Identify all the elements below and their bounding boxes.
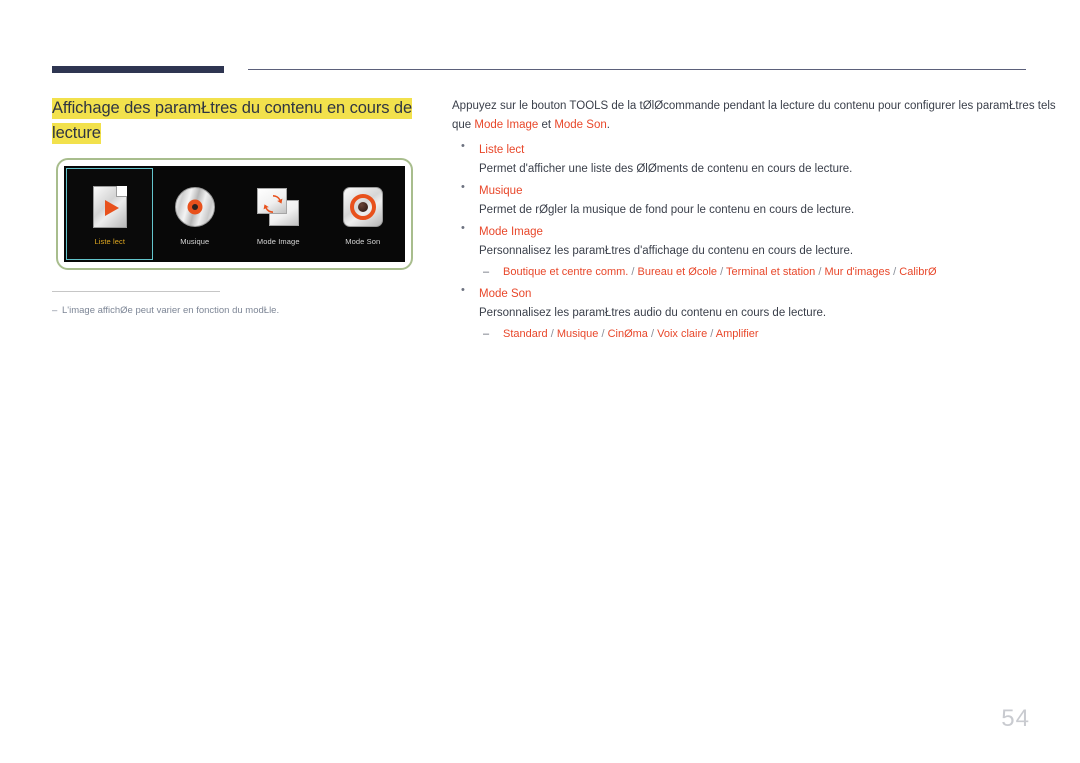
header-rule-thick — [52, 66, 224, 73]
menu-item-mode-image[interactable]: Mode Image — [236, 166, 321, 262]
option-value: Boutique et centre comm. — [503, 266, 629, 278]
menu-item-label: Liste lect — [94, 236, 126, 246]
device-menu-bar: Liste lect Musique Mode Image Mode Son — [64, 166, 405, 262]
intro-text-part-3: . — [606, 119, 610, 131]
playlist-document-icon — [92, 183, 127, 231]
bullet-description: Personnalisez les paramŁtres audio du co… — [479, 307, 827, 319]
option-separator: / — [707, 328, 716, 340]
device-screenshot-frame: Liste lect Musique Mode Image Mode Son — [56, 158, 413, 270]
footnote-text: L'image affichØe peut varier en fonction… — [62, 305, 280, 316]
picture-mode-cards-icon — [255, 183, 301, 231]
option-value: Musique — [556, 328, 599, 340]
option-separator: / — [598, 328, 608, 340]
menu-item-label: Musique — [180, 236, 210, 246]
bullet-title: Mode Image — [479, 226, 543, 238]
list-item: Mode Image Personnalisez les paramŁtres … — [452, 222, 1074, 282]
page-title-highlight: Affichage des paramŁtres du contenu en c… — [52, 98, 412, 144]
bullet-title: Musique — [479, 185, 523, 197]
bullet-description: Permet d'afficher une liste des ØlØments… — [479, 163, 853, 175]
menu-item-label: Mode Image — [256, 236, 300, 246]
page-title: Affichage des paramŁtres du contenu en c… — [52, 96, 424, 146]
intro-accent-mode-son: Mode Son — [554, 119, 607, 131]
menu-item-liste-lect[interactable]: Liste lect — [66, 168, 154, 260]
option-value: Voix claire — [657, 328, 708, 340]
option-value: CalibrØ — [899, 266, 937, 278]
option-value: Standard — [503, 328, 548, 340]
intro-accent-mode-image: Mode Image — [474, 119, 539, 131]
intro-paragraph: Appuyez sur le bouton TOOLS de la tØlØco… — [452, 97, 1074, 135]
footnote: – L'image affichØe peut varier en foncti… — [52, 304, 422, 318]
option-separator: / — [628, 266, 638, 278]
option-value: Amplifier — [715, 328, 759, 340]
option-separator: / — [547, 328, 557, 340]
option-value: CinØma — [607, 328, 648, 340]
page-number: 54 — [1001, 705, 1030, 732]
menu-item-label: Mode Son — [345, 236, 381, 246]
bullet-description: Personnalisez les paramŁtres d'affichage… — [479, 245, 854, 257]
option-value: Mur d'images — [824, 266, 891, 278]
option-value: Terminal et station — [726, 266, 816, 278]
music-disc-icon — [174, 183, 215, 231]
page-title-line-1: Affichage des paramŁtres du contenu en c… — [52, 99, 413, 117]
bullet-options: Boutique et centre comm. / Bureau et Øco… — [479, 263, 1074, 282]
bullet-options: Standard / Musique / CinØma / Voix clair… — [479, 325, 1074, 344]
list-item: Musique Permet de rØgler la musique de f… — [452, 181, 1074, 220]
option-separator: / — [647, 328, 658, 340]
intro-text-part-2: et — [538, 119, 555, 131]
bullet-title: Liste lect — [479, 144, 525, 156]
page-title-line-2: lecture — [52, 124, 101, 142]
menu-item-musique[interactable]: Musique — [153, 166, 236, 262]
sound-mode-ring-icon — [342, 183, 383, 231]
right-column: Appuyez sur le bouton TOOLS de la tØlØco… — [452, 97, 1074, 347]
option-value: Bureau et Øcole — [637, 266, 718, 278]
left-column: Affichage des paramŁtres du contenu en c… — [52, 96, 424, 146]
bullet-title: Mode Son — [479, 288, 532, 300]
list-item: Liste lect Permet d'afficher une liste d… — [452, 140, 1074, 179]
footnote-divider — [52, 291, 220, 292]
option-separator: / — [890, 266, 900, 278]
bullet-description: Permet de rØgler la musique de fond pour… — [479, 204, 855, 216]
header-rule-thin — [248, 69, 1026, 70]
footnote-dash: – — [52, 305, 58, 316]
settings-list: Liste lect Permet d'afficher une liste d… — [452, 140, 1074, 344]
menu-item-mode-son[interactable]: Mode Son — [321, 166, 406, 262]
list-item: Mode Son Personnalisez les paramŁtres au… — [452, 284, 1074, 344]
option-separator: / — [717, 266, 726, 278]
refresh-arrows-icon — [263, 194, 283, 213]
